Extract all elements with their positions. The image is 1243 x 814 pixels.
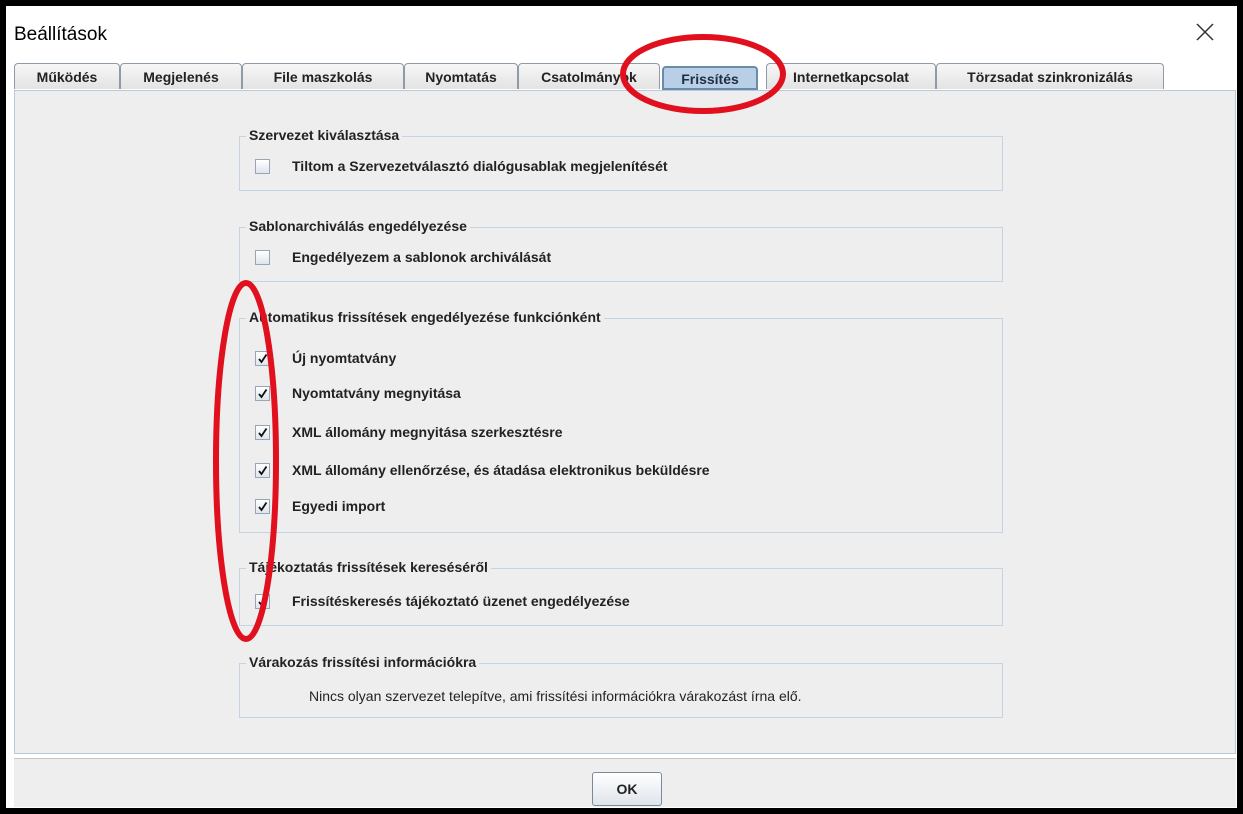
auto-xml-edit-checkbox[interactable]	[255, 424, 270, 440]
checkmark-icon	[258, 353, 268, 364]
disable-org-dialog-label: Tiltom a Szervezetválasztó dialógusablak…	[292, 158, 668, 174]
auto-open-form-checkbox[interactable]	[255, 385, 270, 401]
checkmark-icon	[258, 465, 268, 476]
enable-template-archiving-label: Engedélyezem a sablonok archiválását	[292, 249, 552, 265]
update-search-message-label: Frissítéskeresés tájékoztató üzenet enge…	[292, 593, 630, 609]
window-title: Beállítások	[14, 24, 107, 45]
auto-new-form-label: Új nyomtatvány	[292, 350, 397, 366]
auto-custom-import-checkbox[interactable]	[255, 498, 270, 514]
checkmark-icon	[258, 501, 268, 512]
disable-org-dialog-checkbox[interactable]	[255, 158, 270, 174]
auto-open-form-label: Nyomtatvány megnyitása	[292, 385, 461, 401]
tab-megjelenes[interactable]: Megjelenés	[120, 63, 242, 89]
tab-frissites[interactable]: Frissítés	[662, 66, 758, 90]
update-info-group-title: Tájékoztatás frissítések kereséséről	[246, 559, 491, 575]
update-waiting-message: Nincs olyan szervezet telepítve, ami fri…	[309, 688, 802, 704]
update-waiting-group-title: Várakozás frissítési információkra	[246, 654, 480, 670]
auto-update-group-title: Automatikus frissítések engedélyezése fu…	[246, 309, 604, 325]
auto-xml-check-submit-checkbox[interactable]	[255, 462, 270, 478]
auto-new-form-checkbox[interactable]	[255, 350, 270, 366]
auto-xml-check-submit-label: XML állomány ellenőrzése, és átadása ele…	[292, 462, 710, 478]
auto-new-form-checkbox-row[interactable]: Új nyomtatvány	[255, 348, 396, 368]
tab-file-maszkolas[interactable]: File maszkolás	[242, 63, 404, 89]
update-search-message-checkbox[interactable]	[255, 593, 270, 609]
settings-dialog: Beállítások Működés Megjelenés File masz…	[6, 6, 1237, 808]
checkmark-icon	[258, 427, 268, 438]
title-bar: Beállítások	[6, 6, 1237, 62]
auto-xml-edit-label: XML állomány megnyitása szerkesztésre	[292, 424, 563, 440]
auto-custom-import-checkbox-row[interactable]: Egyedi import	[255, 496, 385, 516]
auto-xml-edit-checkbox-row[interactable]: XML állomány megnyitása szerkesztésre	[255, 422, 563, 442]
disable-org-dialog-checkbox-row[interactable]: Tiltom a Szervezetválasztó dialógusablak…	[255, 156, 668, 176]
tab-mukodes[interactable]: Működés	[14, 63, 120, 89]
close-button[interactable]	[1193, 20, 1217, 44]
template-archiving-group-title: Sablonarchiválás engedélyezése	[246, 218, 470, 234]
enable-template-archiving-checkbox-row[interactable]: Engedélyezem a sablonok archiválását	[255, 247, 551, 267]
auto-open-form-checkbox-row[interactable]: Nyomtatvány megnyitása	[255, 383, 461, 403]
tab-csatolmanyok[interactable]: Csatolmányok	[518, 63, 660, 89]
tab-nyomtatas[interactable]: Nyomtatás	[404, 63, 518, 89]
enable-template-archiving-checkbox[interactable]	[255, 249, 270, 265]
tab-internetkapcsolat[interactable]: Internetkapcsolat	[766, 63, 936, 89]
ok-button[interactable]: OK	[592, 772, 662, 806]
checkmark-icon	[258, 388, 268, 399]
auto-xml-check-submit-checkbox-row[interactable]: XML állomány ellenőrzése, és átadása ele…	[255, 460, 710, 480]
auto-custom-import-label: Egyedi import	[292, 498, 386, 514]
update-search-message-checkbox-row[interactable]: Frissítéskeresés tájékoztató üzenet enge…	[255, 591, 630, 611]
checkmark-icon	[258, 596, 268, 607]
close-icon	[1196, 23, 1214, 41]
tab-torzsadat-szinkronizalas[interactable]: Törzsadat szinkronizálás	[936, 63, 1164, 89]
org-selection-group-title: Szervezet kiválasztása	[246, 127, 403, 143]
